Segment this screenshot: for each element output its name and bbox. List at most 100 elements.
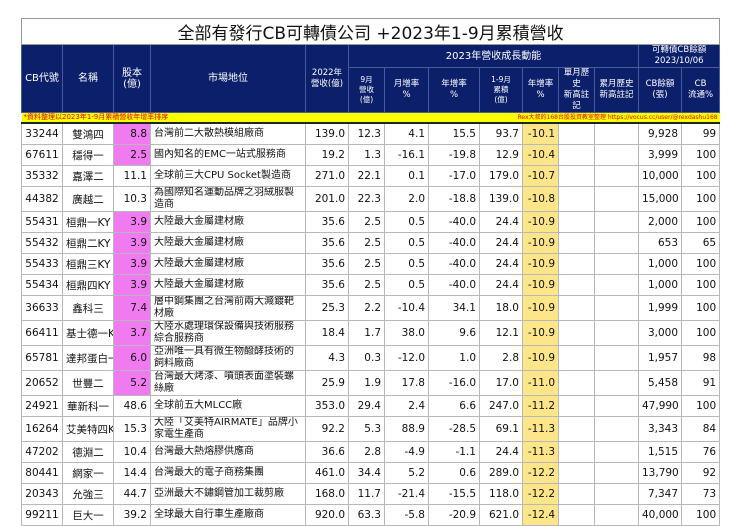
cell-code: 16264 (21, 416, 63, 442)
cell-highM (558, 274, 595, 296)
cell-market: 大陸水處理環保設備與技術服務綜合服務商 (150, 320, 306, 346)
cell-mom: -12.0 (384, 345, 429, 371)
cell-name: 巨大一 (62, 504, 114, 526)
cell-highC (594, 441, 639, 463)
cell-yoy: 1.0 (428, 345, 480, 371)
header-sep: 9月 營收 (億) (348, 67, 385, 113)
cell-name: 華新科一 (62, 395, 114, 417)
cell-ytd: 12.9 (479, 144, 523, 166)
cell-highC (594, 186, 639, 212)
cell-rev2022: 36.6 (305, 441, 349, 463)
cell-capital: 3.9 (113, 274, 151, 296)
cell-capital: 10.3 (113, 186, 151, 212)
cell-code: 65781 (21, 345, 63, 371)
cell-rev2022: 18.4 (305, 320, 349, 346)
cell-capital: 44.7 (113, 483, 151, 505)
cell-ytd: 69.1 (479, 416, 523, 442)
cell-sep: 63.3 (348, 504, 385, 526)
cell-market: 台灣最大烤漆、噴頭表面塗裝螺絲廠 (150, 370, 306, 396)
cell-capital: 15.3 (113, 416, 151, 442)
cell-rev2022: 92.2 (305, 416, 349, 442)
cell-cbPct: 73 (680, 483, 721, 505)
cell-code: 55434 (21, 274, 63, 296)
cell-mom: -10.4 (384, 295, 429, 321)
header-yoy: 年增率 % (428, 67, 480, 113)
cell-yoy: 6.6 (428, 395, 480, 417)
cell-ytd: 118.0 (479, 483, 523, 505)
cell-code: 33244 (21, 122, 63, 145)
cell-mom: 17.8 (384, 370, 429, 396)
source-note: Rex大叔的168台股投資教室整理 https://vocus.cc/user/… (428, 112, 720, 124)
cell-ytd: 289.0 (479, 462, 523, 484)
cell-mom: 0.5 (384, 232, 429, 254)
cell-ytdyoy: -11.3 (522, 416, 559, 442)
cell-highM (558, 144, 595, 166)
table-row: 55434 桓鼎四KY 3.9 大陸最大金屬建材廠 35.6 2.5 0.5 -40.0 24.… (21, 274, 721, 296)
cell-ytd: 18.0 (479, 295, 523, 321)
header-group-2023: 2023年營收成長動能 (348, 44, 639, 68)
cell-highC (594, 395, 639, 417)
cell-highC (594, 211, 639, 233)
cell-cbBal: 3,999 (638, 144, 682, 166)
cell-code: 20343 (21, 483, 63, 505)
cell-highC (594, 345, 639, 371)
cell-cbBal: 1,957 (638, 345, 682, 371)
cell-ytd: 179.0 (479, 165, 523, 187)
cell-code: 20652 (21, 370, 63, 396)
cell-yoy: -18.8 (428, 186, 480, 212)
cell-mom: 0.1 (384, 165, 429, 187)
cell-market: 亞洲最大不鏽鋼管加工裁剪廠 (150, 483, 306, 505)
cell-cbPct: 100 (680, 253, 721, 275)
cell-ytd: 24.4 (479, 274, 523, 296)
table-row: 33244 雙鴻四 8.8 台灣前二大散熱模組廠商 139.0 12.3 4.1 15.5 93… (21, 122, 721, 145)
cell-market: 大陸最大金屬建材廠 (150, 274, 306, 296)
cell-yoy: 9.6 (428, 320, 480, 346)
cell-cbPct: 91 (680, 370, 721, 396)
cell-sep: 2.8 (348, 441, 385, 463)
header-capital: 股本 (億) (113, 44, 151, 113)
cell-name: 穩得一 (62, 144, 114, 166)
cell-name: 桓鼎三KY (62, 253, 114, 275)
table-row: 55431 桓鼎一KY 3.9 大陸最大金屬建材廠 35.6 2.5 0.5 -40.0 24.… (21, 211, 721, 233)
cell-rev2022: 35.6 (305, 253, 349, 275)
cell-market: 亞洲唯一具有微生物醱酵技術的飼料廠商 (150, 345, 306, 371)
cell-highM (558, 441, 595, 463)
cell-cbPct: 100 (680, 165, 721, 187)
cell-sep: 2.5 (348, 211, 385, 233)
cell-market: 大陸「艾美特AIRMATE」品牌小家電生產商 (150, 416, 306, 442)
cell-name: 達邦蛋白一 (62, 345, 114, 371)
cell-sep: 34.4 (348, 462, 385, 484)
cell-ytd: 24.4 (479, 211, 523, 233)
cell-market: 大陸最大金屬建材廠 (150, 211, 306, 233)
cell-highM (558, 320, 595, 346)
cell-ytd: 24.4 (479, 441, 523, 463)
cell-rev2022: 25.3 (305, 295, 349, 321)
cell-highM (558, 504, 595, 526)
cell-cbBal: 653 (638, 232, 682, 254)
cell-cbBal: 7,347 (638, 483, 682, 505)
cell-code: 47202 (21, 441, 63, 463)
cell-market: 為國際知名運動品牌之羽絨服製造商 (150, 186, 306, 212)
cell-yoy: -28.5 (428, 416, 480, 442)
cell-mom: 88.9 (384, 416, 429, 442)
table-row: 35332 嘉澤二 11.1 全球前三大CPU Socket製造商 271.0 22.1 0… (21, 165, 721, 187)
cell-ytdyoy: -10.9 (522, 345, 559, 371)
cell-code: 44382 (21, 186, 63, 212)
cell-name: 嘉澤二 (62, 165, 114, 187)
cell-mom: 0.5 (384, 211, 429, 233)
table-row: 20652 世豐二 5.2 台灣最大烤漆、噴頭表面塗裝螺絲廠 25.9 1.9 17.8 -1… (21, 370, 721, 396)
sort-note: *資料整理以2023年1-9月累積營收年增率排序 (21, 112, 429, 124)
cell-highC (594, 253, 639, 275)
cell-highC (594, 274, 639, 296)
cell-cbPct: 100 (680, 395, 721, 417)
cell-sep: 22.3 (348, 186, 385, 212)
cell-rev2022: 35.6 (305, 211, 349, 233)
table-row: 55432 桓鼎二KY 3.9 大陸最大金屬建材廠 35.6 2.5 0.5 -40.0 24.… (21, 232, 721, 254)
cell-rev2022: 25.9 (305, 370, 349, 396)
cell-market: 層中鋼集團之台灣前兩大濺鍍靶材廠 (150, 295, 306, 321)
cell-highM (558, 483, 595, 505)
cell-cbBal: 47,990 (638, 395, 682, 417)
cell-ytdyoy: -10.8 (522, 186, 559, 212)
cell-cbPct: 100 (680, 186, 721, 212)
cell-rev2022: 35.6 (305, 274, 349, 296)
